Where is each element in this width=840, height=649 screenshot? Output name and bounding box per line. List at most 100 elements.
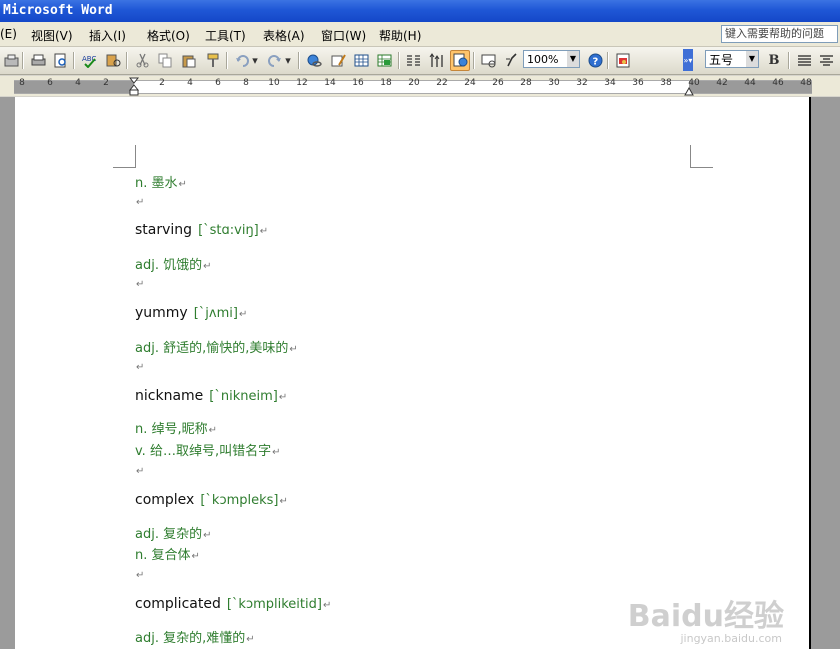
entry-headword-line[interactable]: complicated [`kɔmplikeitid]↵ (135, 596, 331, 612)
ruler-tick-label: 22 (436, 78, 448, 88)
read-icon[interactable] (615, 52, 631, 68)
reading-layout-icon[interactable] (480, 52, 496, 68)
chevron-down-icon[interactable]: ▼ (567, 51, 579, 67)
undo-icon[interactable] (234, 52, 250, 68)
horizontal-ruler[interactable]: 8 6 4 2 2 4 6 8 10 12 14 16 18 20 22 24 26 28 30 32 34 36 38 40… (0, 76, 840, 96)
document-map-icon[interactable] (450, 50, 470, 71)
print-icon[interactable] (30, 52, 46, 68)
ruler-tick-label: 32 (576, 78, 588, 88)
undo-dropdown-icon[interactable]: ▾ (250, 52, 260, 68)
phonetic: [`kɔmplikeitid] (226, 597, 322, 612)
headword: nickname (135, 388, 204, 404)
entry-headword-line[interactable]: nickname [`nikneim]↵ (135, 388, 287, 404)
empty-line[interactable]: ↵ (135, 463, 144, 478)
menu-insert[interactable]: 插入(I) (89, 27, 126, 44)
font-size-value: 五号 (709, 53, 734, 67)
toolbar-separator (607, 52, 609, 69)
help-search-input[interactable]: 键入需要帮助的问题 (721, 25, 838, 43)
paragraph-mark-icon: ↵ (203, 530, 212, 541)
definition-line[interactable]: adj. 复杂的,难懂的↵ (135, 627, 255, 646)
document-page[interactable]: n. 墨水↵ ↵ starving [`stɑ:viŋ]↵ adj. 饥饿的↵ ↵ yumm… (15, 97, 811, 649)
menu-bar: (E) 视图(V) 插入(I) 格式(O) 工具(T) 表格(A) 窗口(W) … (0, 22, 840, 47)
redo-dropdown-icon[interactable]: ▾ (283, 52, 293, 68)
ruler-tick-label: 26 (492, 78, 504, 88)
entry-headword-line[interactable]: complex [`kɔmpleks]↵ (135, 492, 288, 508)
toolbar-separator (473, 52, 475, 69)
menu-tools[interactable]: 工具(T) (205, 27, 246, 44)
ruler-tick-label: 48 (800, 78, 812, 88)
ruler-tick-label: 6 (47, 78, 53, 88)
toolbar-separator (398, 52, 400, 69)
headword: complex (135, 492, 195, 508)
insert-table-icon[interactable] (353, 52, 369, 68)
entry-headword-line[interactable]: starving [`stɑ:viŋ]↵ (135, 222, 268, 238)
phonetic: [`stɑ:viŋ] (198, 223, 259, 238)
redo-icon[interactable] (266, 52, 282, 68)
align-center-icon[interactable] (818, 52, 834, 68)
empty-line[interactable]: ↵ (135, 567, 144, 582)
help-icon[interactable]: ? (587, 52, 603, 68)
format-painter-icon[interactable] (204, 52, 220, 68)
ruler-tick-label: 10 (268, 78, 280, 88)
ruler-tick-label: 6 (215, 78, 221, 88)
title-bar: Microsoft Word (0, 0, 840, 22)
empty-line[interactable]: ↵ (135, 359, 144, 374)
watermark: Baidu经验 jingyan.baidu.com (627, 591, 784, 645)
ruler-tick-label: 34 (604, 78, 616, 88)
definition-line[interactable]: n. 墨水↵ (135, 172, 187, 191)
copy-icon[interactable] (157, 52, 173, 68)
research-icon[interactable] (105, 52, 121, 68)
empty-line[interactable]: ↵ (135, 276, 144, 291)
columns-icon[interactable] (405, 52, 421, 68)
definition-line[interactable]: adj. 饥饿的↵ (135, 254, 212, 273)
cut-icon[interactable] (134, 52, 150, 68)
menu-edit[interactable]: (E) (0, 27, 17, 41)
tables-borders-icon[interactable] (330, 52, 346, 68)
chevron-down-icon[interactable]: ▼ (746, 51, 758, 67)
spelling-icon[interactable]: ABC (81, 52, 97, 68)
definition-line[interactable]: n. 绰号,昵称↵ (135, 418, 217, 437)
font-size-select[interactable]: 五号 ▼ (705, 50, 759, 68)
insert-excel-icon[interactable] (376, 52, 392, 68)
zoom-select[interactable]: 100% ▼ (523, 50, 580, 68)
entry-headword-line[interactable]: yummy [`jʌmi]↵ (135, 305, 247, 321)
ruler-tick-label: 46 (772, 78, 784, 88)
line-text: adj. 复杂的 (135, 527, 203, 542)
line-text: v. 给…取绰号,叫错名字 (135, 444, 272, 459)
print-preview-icon[interactable] (52, 52, 68, 68)
ruler-tick-label: 20 (408, 78, 420, 88)
drawing-icon[interactable] (428, 52, 444, 68)
ruler-tick-label: 2 (159, 78, 165, 88)
phonetic: [`kɔmpleks] (200, 493, 279, 508)
bold-button[interactable]: B (766, 52, 782, 68)
definition-line[interactable]: adj. 舒适的,愉快的,美味的↵ (135, 337, 298, 356)
paragraph-mark-icon: ↵ (191, 551, 200, 562)
definition-line[interactable]: adj. 复杂的↵ (135, 523, 212, 542)
watermark-brand: Baidu经验 (627, 599, 784, 634)
ruler-tick-label: 28 (520, 78, 532, 88)
menu-view[interactable]: 视图(V) (31, 27, 73, 44)
menu-table[interactable]: 表格(A) (263, 27, 305, 44)
ruler-tick-label: 8 (19, 78, 25, 88)
line-text: n. 复合体 (135, 548, 191, 563)
svg-text:?: ? (592, 56, 598, 67)
hyperlink-icon[interactable] (306, 52, 322, 68)
paragraph-mark-icon: ↵ (238, 309, 248, 320)
definition-line[interactable]: v. 给…取绰号,叫错名字↵ (135, 440, 280, 459)
menu-format[interactable]: 格式(O) (147, 27, 190, 44)
definition-line[interactable]: n. 复合体↵ (135, 544, 200, 563)
menu-help[interactable]: 帮助(H) (379, 27, 421, 44)
ruler-tick-label: 14 (324, 78, 336, 88)
toolbar-separator (22, 52, 24, 69)
paste-icon[interactable] (180, 52, 196, 68)
paragraph-mark-icon: ↵ (279, 496, 288, 507)
ruler-tick-label: 16 (352, 78, 364, 88)
empty-line[interactable]: ↵ (135, 194, 144, 209)
menu-window[interactable]: 窗口(W) (321, 27, 366, 44)
show-hide-marks-icon[interactable] (503, 52, 519, 68)
justify-icon[interactable] (796, 52, 812, 68)
permission-icon[interactable] (3, 52, 19, 68)
ruler-tick-label: 4 (187, 78, 193, 88)
ruler-tick-label: 24 (464, 78, 476, 88)
toolbar-options-icon[interactable]: »▾ (683, 49, 693, 71)
